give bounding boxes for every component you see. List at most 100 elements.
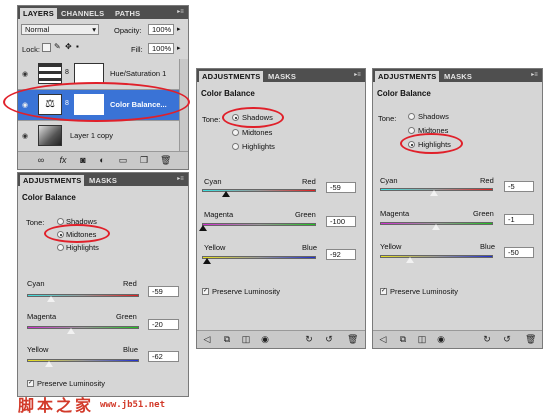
add-mask-icon[interactable]: ◙ (78, 155, 88, 165)
reset-icon[interactable]: ↺ (502, 334, 512, 344)
reset-icon[interactable]: ↺ (324, 334, 334, 344)
slider-left-label: Yellow (27, 345, 49, 354)
tab-masks[interactable]: MASKS (441, 71, 475, 82)
yellow-blue-slider[interactable] (380, 255, 493, 258)
layer-row-layer1-copy[interactable]: ◉ Layer 1 copy (18, 121, 180, 152)
cyan-red-value[interactable]: -5 (504, 181, 534, 192)
slider-right-label: Red (480, 176, 494, 185)
clip-layer-icon[interactable]: ◫ (241, 334, 251, 344)
cyan-red-slider[interactable] (27, 294, 139, 297)
preserve-luminosity-label[interactable]: Preserve Luminosity (212, 287, 280, 296)
fill-arrow-icon[interactable]: ▸ (177, 44, 181, 52)
radio-shadows-label[interactable]: Shadows (418, 112, 449, 121)
blend-mode-select[interactable]: Normal ▾ (21, 24, 99, 35)
fill-input[interactable]: 100% (148, 43, 174, 54)
tab-masks[interactable]: MASKS (265, 71, 299, 82)
new-group-icon[interactable]: ▭ (118, 155, 128, 165)
visibility-eye-icon[interactable]: ◉ (22, 132, 28, 140)
new-layer-icon[interactable]: ❐ (139, 155, 149, 165)
expand-view-icon[interactable]: ⧉ (222, 334, 232, 344)
radio-midtones[interactable] (232, 129, 239, 136)
cyan-red-slider[interactable] (202, 189, 316, 192)
radio-highlights[interactable] (57, 244, 64, 251)
lock-all-icon[interactable]: ▪ (76, 42, 79, 51)
tab-adjustments[interactable]: ADJUSTMENTS (20, 175, 85, 186)
panel-menu-icon[interactable]: ▸≡ (353, 71, 362, 80)
view-previous-state-icon[interactable]: ↻ (304, 334, 314, 344)
slider-thumb[interactable] (67, 328, 75, 334)
cyan-red-value[interactable]: -59 (148, 286, 179, 297)
lock-brush-icon[interactable]: ✎ (54, 42, 61, 51)
clip-layer-icon[interactable]: ◫ (417, 334, 427, 344)
radio-highlights-label[interactable]: Highlights (66, 243, 99, 252)
preserve-luminosity-checkbox[interactable]: ✓ (202, 288, 209, 295)
slider-left-label: Magenta (380, 209, 410, 218)
radio-highlights[interactable] (232, 143, 239, 150)
link-layers-icon[interactable]: ∞ (36, 155, 46, 165)
back-arrow-icon[interactable]: ◁ (378, 334, 388, 344)
slider-thumb[interactable] (430, 190, 438, 196)
preserve-luminosity-label[interactable]: Preserve Luminosity (390, 287, 458, 296)
slider-thumb[interactable] (47, 296, 55, 302)
magenta-green-slider[interactable] (202, 223, 316, 226)
adjustment-layer-icon[interactable]: ◐ (97, 155, 107, 165)
preserve-luminosity-label[interactable]: Preserve Luminosity (37, 379, 105, 388)
magenta-green-value[interactable]: -1 (504, 214, 534, 225)
layers-tab-bar: LAYERS CHANNELS PATHS ▸≡ (18, 6, 188, 19)
yellow-blue-value[interactable]: -62 (148, 351, 179, 362)
tab-adjustments[interactable]: ADJUSTMENTS (199, 71, 264, 82)
layer-mask-thumbnail[interactable] (74, 63, 104, 84)
photo-thumbnail (38, 125, 62, 146)
panel-menu-icon[interactable]: ▸≡ (176, 8, 185, 17)
slider-left-label: Yellow (380, 242, 402, 251)
slider-thumb[interactable] (203, 258, 211, 264)
tab-adjustments[interactable]: ADJUSTMENTS (375, 71, 440, 82)
radio-midtones-label[interactable]: Midtones (242, 128, 272, 137)
cyan-red-value[interactable]: -59 (326, 182, 356, 193)
delete-layer-icon[interactable]: 🗑 (160, 155, 171, 165)
slider-thumb[interactable] (45, 361, 53, 367)
magenta-green-value[interactable]: -20 (148, 319, 179, 330)
layer-name[interactable]: Layer 1 copy (70, 131, 113, 140)
layer-name[interactable]: Hue/Saturation 1 (110, 69, 166, 78)
tab-channels[interactable]: CHANNELS (58, 8, 107, 19)
adjustments-panel-highlights: ADJUSTMENTS MASKS ▸≡ Color Balance Tone:… (372, 68, 543, 349)
slider-left-label: Cyan (204, 177, 222, 186)
layer-style-fx-icon[interactable]: fx (58, 155, 68, 165)
back-arrow-icon[interactable]: ◁ (202, 334, 212, 344)
radio-shadows[interactable] (408, 113, 415, 120)
selected-tone-highlight-ring (400, 133, 463, 154)
slider-thumb[interactable] (222, 191, 230, 197)
opacity-input[interactable]: 100% (148, 24, 174, 35)
yellow-blue-slider[interactable] (27, 359, 139, 362)
panel-menu-icon[interactable]: ▸≡ (530, 71, 539, 80)
radio-midtones[interactable] (408, 127, 415, 134)
radio-highlights-label[interactable]: Highlights (242, 142, 275, 151)
delete-icon[interactable]: 🗑 (347, 334, 358, 344)
slider-thumb[interactable] (199, 225, 207, 231)
preserve-luminosity-checkbox[interactable]: ✓ (27, 380, 34, 387)
opacity-arrow-icon[interactable]: ▸ (177, 25, 181, 33)
tab-paths[interactable]: PATHS (112, 8, 143, 19)
preserve-luminosity-checkbox[interactable]: ✓ (380, 288, 387, 295)
lock-transparency-icon[interactable] (42, 43, 51, 52)
slider-thumb[interactable] (432, 224, 440, 230)
yellow-blue-slider[interactable] (202, 256, 316, 259)
tab-layers[interactable]: LAYERS (20, 8, 57, 19)
yellow-blue-value[interactable]: -50 (504, 247, 534, 258)
slider-right-label: Green (116, 312, 137, 321)
visibility-eye-icon[interactable]: ◉ (436, 334, 446, 344)
tab-masks[interactable]: MASKS (86, 175, 120, 186)
layers-footer: ∞ fx ◙ ◐ ▭ ❐ 🗑 (18, 151, 188, 169)
lock-move-icon[interactable]: ✥ (65, 42, 72, 51)
slider-thumb[interactable] (406, 257, 414, 263)
visibility-eye-icon[interactable]: ◉ (260, 334, 270, 344)
expand-view-icon[interactable]: ⧉ (398, 334, 408, 344)
magenta-green-value[interactable]: -100 (326, 216, 356, 227)
visibility-eye-icon[interactable]: ◉ (22, 70, 28, 78)
view-previous-state-icon[interactable]: ↻ (482, 334, 492, 344)
delete-icon[interactable]: 🗑 (525, 334, 536, 344)
magenta-green-slider[interactable] (27, 326, 139, 329)
yellow-blue-value[interactable]: -92 (326, 249, 356, 260)
panel-menu-icon[interactable]: ▸≡ (176, 175, 185, 184)
